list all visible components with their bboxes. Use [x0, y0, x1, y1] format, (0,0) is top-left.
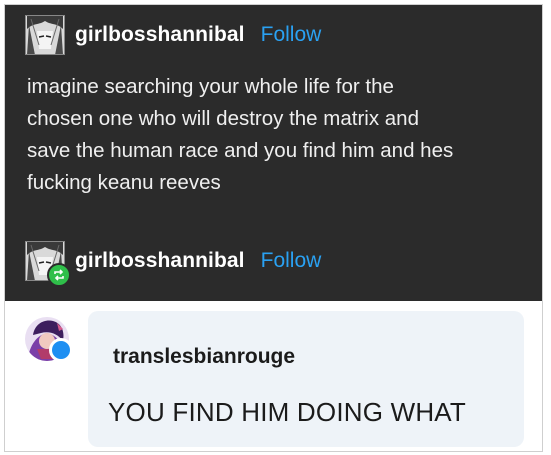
reply-bubble: translesbianrouge YOU FIND HIM DOING WHA…	[88, 311, 524, 447]
post-body: imagine searching your whole life for th…	[27, 71, 527, 199]
post-username[interactable]: girlbosshannibal	[75, 23, 245, 47]
reblog-avatar-icon[interactable]	[25, 241, 71, 287]
reblog-username[interactable]: girlbosshannibal	[75, 249, 245, 273]
reply-username[interactable]: translesbianrouge	[113, 345, 295, 369]
post-avatar-icon[interactable]	[25, 15, 65, 55]
reply-section: translesbianrouge YOU FIND HIM DOING WHA…	[5, 301, 542, 451]
reblog-header: girlbosshannibal Follow	[25, 241, 322, 287]
follow-button[interactable]: Follow	[261, 23, 322, 47]
post-text-line: save the human race and you find him and…	[27, 139, 454, 162]
blue-status-dot-icon	[49, 338, 73, 362]
post-text-line: chosen one who will destroy the matrix a…	[27, 107, 419, 130]
post-text-line: imagine searching your whole life for th…	[27, 75, 394, 98]
reblog-header-section: girlbosshannibal Follow	[5, 221, 542, 301]
post-text-line: fucking keanu reeves	[27, 171, 221, 194]
reblog-icon	[47, 263, 71, 287]
post-header: girlbosshannibal Follow	[25, 15, 321, 55]
reply-text: YOU FIND HIM DOING WHAT	[108, 397, 466, 427]
reblog-follow-button[interactable]: Follow	[261, 249, 322, 273]
original-post: girlbosshannibal Follow imagine searchin…	[5, 5, 542, 221]
tumblr-post-screenshot: girlbosshannibal Follow imagine searchin…	[4, 4, 543, 452]
